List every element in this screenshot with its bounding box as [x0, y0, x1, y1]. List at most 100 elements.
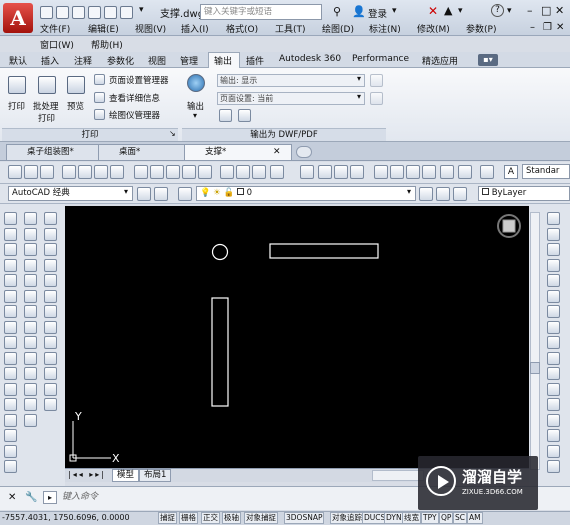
close-command-icon[interactable]: ✕	[8, 492, 16, 503]
globe-export-icon[interactable]	[187, 74, 205, 92]
help-icon[interactable]: ?	[491, 4, 504, 17]
left-tool-21-icon[interactable]	[24, 258, 37, 272]
undo-icon[interactable]	[104, 6, 117, 19]
right-tool-6-icon[interactable]	[547, 289, 560, 303]
status-toggle-2[interactable]: 栅格	[179, 512, 198, 524]
left-tool-26-icon[interactable]	[24, 336, 37, 349]
left-tool-23-icon[interactable]	[24, 289, 37, 303]
doc-minimize-icon[interactable]: –	[530, 22, 535, 33]
close-icon[interactable]: ✕	[555, 4, 564, 17]
output-combo[interactable]: 输出: 显示	[217, 74, 365, 87]
right-tool-13-icon[interactable]	[547, 398, 560, 411]
drawn-vertical-rectangle[interactable]	[211, 297, 229, 407]
left-tool-3-icon[interactable]	[4, 243, 17, 256]
standard-tool-18-icon[interactable]	[318, 165, 332, 179]
status-toggle-13[interactable]: SC	[453, 512, 467, 524]
workspace-settings-icon[interactable]	[137, 187, 151, 201]
standard-tool-10-icon[interactable]	[166, 165, 180, 179]
right-tool-2-icon[interactable]	[547, 227, 560, 241]
maximize-icon[interactable]: □	[541, 4, 551, 17]
right-tool-10-icon[interactable]	[547, 351, 560, 365]
menu-modify[interactable]: 修改(M)	[417, 22, 450, 35]
left-tool-43-icon[interactable]	[44, 382, 57, 396]
ribbon-options-icon[interactable]: ▪▾	[478, 54, 498, 66]
standard-tool-5-icon[interactable]	[78, 165, 92, 179]
right-tool-14-icon[interactable]	[547, 413, 560, 427]
panel-launcher-icon[interactable]: ↘	[169, 129, 176, 138]
right-tool-1-icon[interactable]	[547, 212, 560, 225]
status-toggle-1[interactable]: 捕捉	[158, 512, 177, 524]
left-tool-31-icon[interactable]	[24, 413, 37, 427]
drawing-canvas[interactable]: Y X	[65, 206, 529, 468]
tab-autodesk-360[interactable]: Autodesk 360	[279, 54, 341, 64]
left-tool-8-icon[interactable]	[4, 320, 17, 334]
standard-tool-3-icon[interactable]	[40, 165, 54, 179]
menu-tools[interactable]: 工具(T)	[275, 22, 306, 35]
exchange-dropdown-icon[interactable]: ▾	[458, 6, 463, 16]
standard-tool-8-icon[interactable]	[134, 165, 148, 179]
standard-tool-23-icon[interactable]	[406, 165, 420, 179]
output-combo-arrow-icon[interactable]: ▾	[357, 74, 361, 83]
tab-model[interactable]: 模型	[112, 469, 140, 482]
left-tool-29-icon[interactable]	[24, 382, 37, 396]
right-tool-9-icon[interactable]	[547, 336, 560, 349]
right-tool-7-icon[interactable]	[547, 305, 560, 318]
left-tool-28-icon[interactable]	[24, 367, 37, 380]
standard-tool-27-icon[interactable]	[480, 165, 494, 179]
left-tool-32-icon[interactable]	[44, 212, 57, 225]
left-tool-42-icon[interactable]	[44, 367, 57, 380]
standard-tool-6-icon[interactable]	[94, 165, 108, 179]
help-dropdown-icon[interactable]: ▾	[507, 6, 512, 16]
command-input[interactable]: 键入命令	[62, 491, 422, 505]
minimize-icon[interactable]: –	[527, 4, 533, 17]
print-button[interactable]: 打印	[8, 100, 25, 112]
tab-view[interactable]: 视图	[148, 54, 166, 67]
standard-tool-19-icon[interactable]	[334, 165, 348, 179]
drawn-horizontal-rectangle[interactable]	[269, 243, 379, 259]
page-setup-icon[interactable]	[94, 74, 105, 85]
standard-tool-4-icon[interactable]	[62, 165, 76, 179]
left-tool-9-icon[interactable]	[4, 336, 17, 349]
login-dropdown-icon[interactable]: ▾	[392, 6, 397, 16]
page-setup-combo[interactable]: 页面设置: 当前	[217, 92, 365, 105]
tab-parametric[interactable]: 参数化	[107, 54, 134, 67]
menu-help[interactable]: 帮助(H)	[91, 38, 123, 51]
viewcube-icon[interactable]	[497, 214, 521, 238]
left-tool-20-icon[interactable]	[24, 243, 37, 256]
search-input[interactable]: 键入关键字或短语	[200, 4, 322, 20]
left-tool-11-icon[interactable]	[4, 367, 17, 380]
right-tool-8-icon[interactable]	[547, 320, 560, 334]
left-tool-22-icon[interactable]	[24, 274, 37, 287]
menu-window[interactable]: 窗口(W)	[40, 38, 74, 51]
left-tool-19-icon[interactable]	[24, 227, 37, 241]
left-tool-41-icon[interactable]	[44, 351, 57, 365]
drawn-circle[interactable]	[211, 243, 229, 261]
page-setup-combo-arrow-icon[interactable]: ▾	[357, 92, 361, 101]
left-tool-36-icon[interactable]	[44, 274, 57, 287]
standard-tool-17-icon[interactable]	[300, 165, 314, 179]
vertical-scrollbar[interactable]	[530, 212, 540, 470]
tab-performance[interactable]: Performance	[352, 54, 409, 64]
text-style-combo[interactable]: Standar	[522, 164, 570, 179]
export-options-icon[interactable]	[238, 109, 251, 122]
left-tool-30-icon[interactable]	[24, 398, 37, 411]
right-tool-11-icon[interactable]	[547, 367, 560, 380]
new-file-icon[interactable]	[40, 6, 53, 19]
left-tool-44-icon[interactable]	[44, 398, 57, 411]
standard-tool-9-icon[interactable]	[150, 165, 164, 179]
doc-close-icon[interactable]: ✕	[556, 22, 564, 33]
menu-file[interactable]: 文件(F)	[40, 22, 70, 35]
doc-tab-table-assembly[interactable]: 桌子组装图*	[6, 144, 110, 160]
right-tool-3-icon[interactable]	[547, 243, 560, 256]
menu-insert[interactable]: 插入(I)	[181, 22, 209, 35]
status-toggle-10[interactable]: 线宽	[402, 512, 421, 524]
save-icon[interactable]	[72, 6, 85, 19]
tab-annotate[interactable]: 注释	[74, 54, 92, 67]
status-toggle-14[interactable]: AM	[467, 512, 483, 524]
printer-icon[interactable]	[8, 76, 26, 94]
left-tool-27-icon[interactable]	[24, 351, 37, 365]
open-file-icon[interactable]	[56, 6, 69, 19]
user-icon[interactable]: 👤	[352, 5, 366, 18]
left-tool-5-icon[interactable]	[4, 274, 17, 287]
left-tool-25-icon[interactable]	[24, 320, 37, 334]
